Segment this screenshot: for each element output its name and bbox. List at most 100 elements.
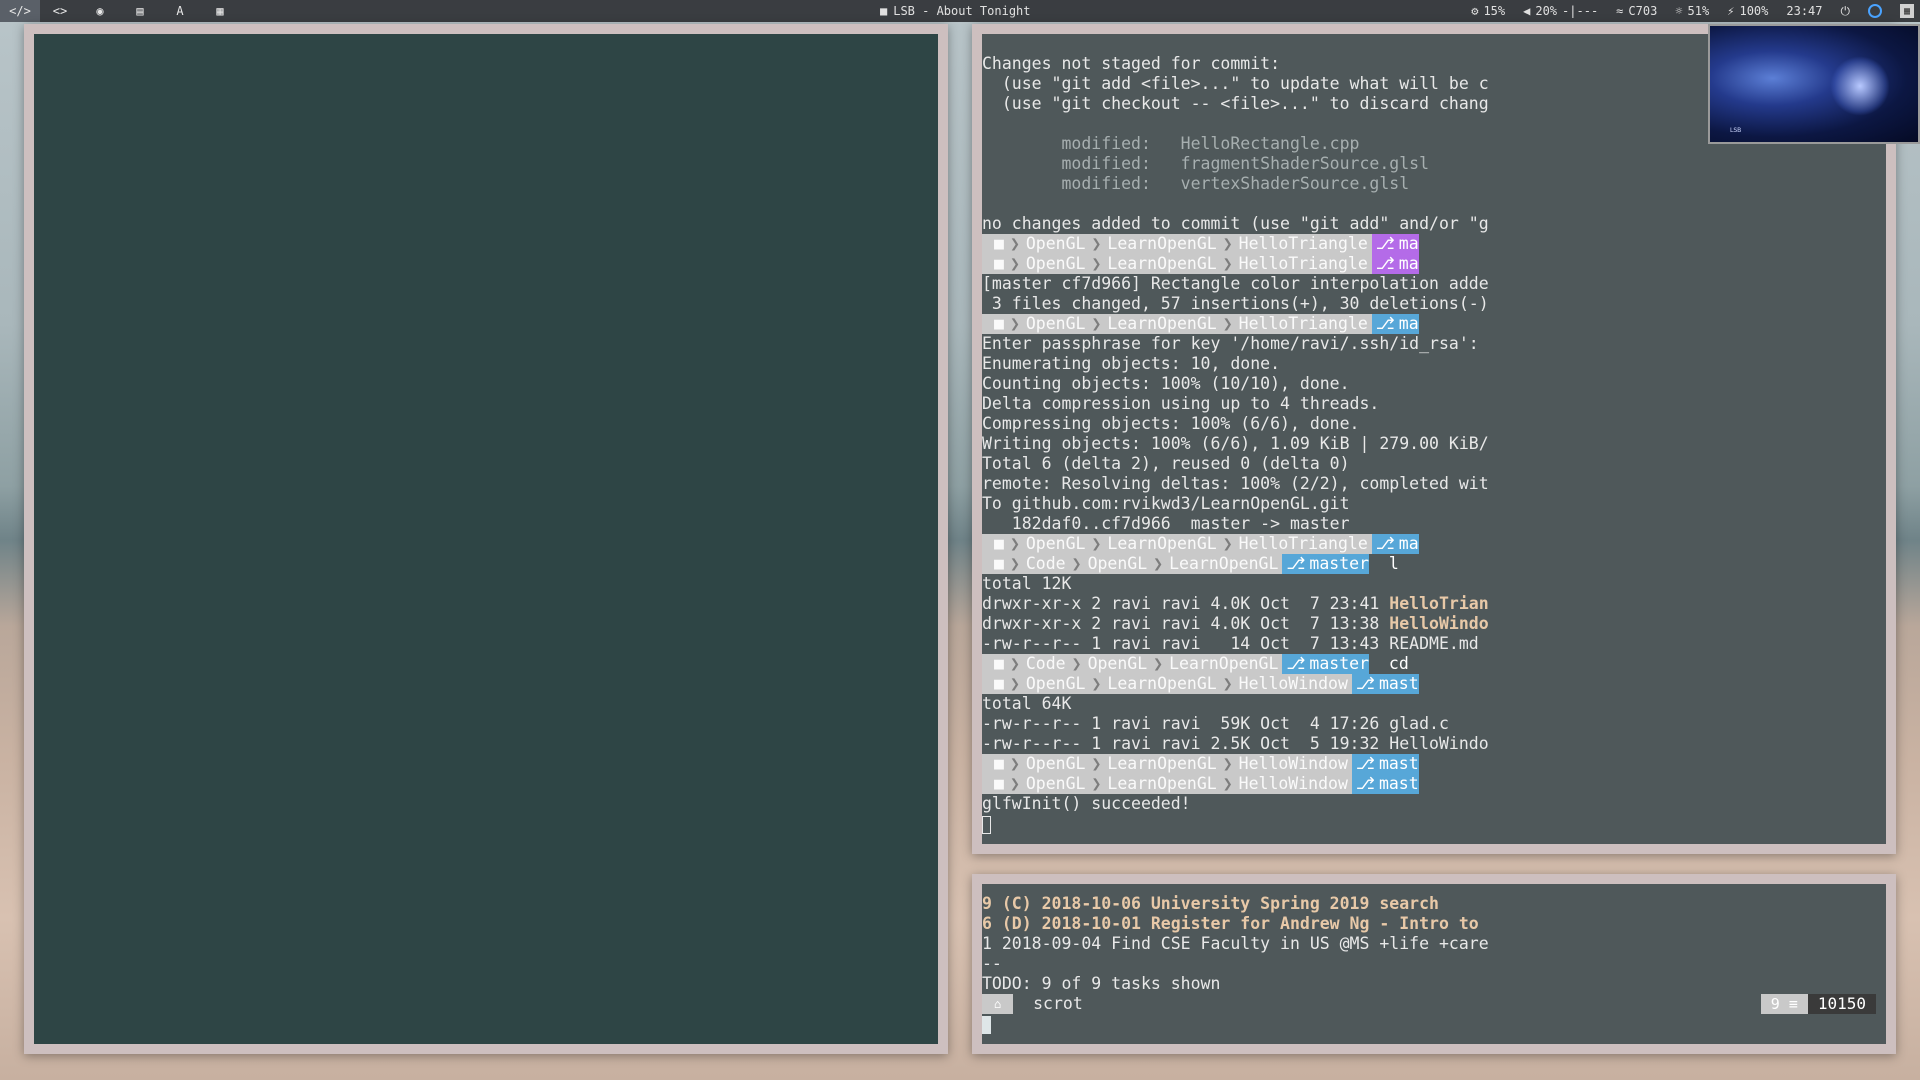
terminal-text: glfwInit() succeeded! [982,794,1191,813]
path-segment: HelloWindow [1238,774,1348,793]
terminal-text: (use "git checkout -- <file>..." to disc… [982,94,1489,113]
git-branch-icon: ⎇ [1375,314,1395,333]
path-segment: OpenGL [1025,674,1086,693]
terminal-line: modified: vertexShaderSource.glsl [982,174,1495,194]
terminal-text: Changes not staged for commit: [982,54,1281,73]
brightness-status[interactable]: ☼ 51% [1675,4,1709,18]
chevron-right-icon: ❯ [1222,534,1233,553]
terminal-text: 182daf0..cf7d966 master -> master [982,514,1350,533]
terminal-line: ■ ❯ OpenGL ❯ LearnOpenGL ❯ HelloWindow ⎇ mast [982,674,1495,694]
git-branch-segment: ⎇ master [1282,654,1370,674]
prompt-path: ■ ❯ OpenGL ❯ LearnOpenGL ❯ HelloTriangle [982,234,1372,254]
workspace-1[interactable]: </> [0,0,40,22]
git-branch-name: ma [1398,254,1419,273]
path-segment: LearnOpenGL [1107,754,1217,773]
tray-app-icon[interactable]: ▦ [1900,4,1914,18]
wifi-icon: ≈ [1616,4,1624,18]
chevron-right-icon: ❯ [1009,314,1020,333]
folder-icon: ■ [994,774,1004,793]
prompt-path: ■ ❯ OpenGL ❯ LearnOpenGL ❯ HelloTriangle [982,254,1372,274]
terminal-line: 182daf0..cf7d966 master -> master [982,514,1495,534]
empty-window[interactable] [24,24,948,1054]
power-icon[interactable]: ⏻ [1841,4,1851,19]
terminal-line: -rw-r--r-- 1 ravi ravi 14 Oct 7 13:43 RE… [982,634,1495,654]
git-branch-icon: ⎇ [1286,554,1306,573]
file-icon: ▤ [136,4,144,18]
terminal-cursor[interactable] [982,1015,991,1034]
chevron-right-icon: ❯ [1071,654,1082,673]
todo-line: 6 (D) 2018-10-01 Register for Andrew Ng … [982,914,1495,934]
workspace-6[interactable]: ▦ [200,0,240,22]
terminal-text: Enter passphrase for key '/home/ravi/.ss… [982,334,1479,353]
git-branch-name: ma [1398,314,1419,333]
terminal-window[interactable]: Changes not staged for commit: (use "git… [972,24,1896,854]
cpu-status[interactable]: ⚙ 15% [1471,4,1505,18]
terminal-text: Delta compression using up to 4 threads. [982,394,1380,413]
prompt-path: ■ ❯ OpenGL ❯ LearnOpenGL ❯ HelloTriangle [982,314,1372,334]
workspace-4[interactable]: ▤ [120,0,160,22]
brightness-icon: ☼ [1675,4,1683,18]
path-segment: OpenGL [1025,754,1086,773]
todo-terminal-content[interactable]: 9 (C) 2018-10-06 University Spring 2019 … [982,884,1886,1044]
wifi-status[interactable]: ≈ C703 [1616,4,1657,18]
path-segment: Code [1025,654,1066,673]
home-icon: ⌂ [982,994,1014,1014]
todo-terminal-window[interactable]: 9 (C) 2018-10-06 University Spring 2019 … [972,874,1896,1054]
git-branch-name: master [1309,554,1370,573]
volume-status[interactable]: ◀ 20% -|--- [1523,4,1598,18]
workspace-5[interactable]: A [160,0,200,22]
todo-line: 9 (C) 2018-10-06 University Spring 2019 … [982,894,1495,914]
path-segment: LearnOpenGL [1107,254,1217,273]
terminal-line: ■ ❯ OpenGL ❯ LearnOpenGL ❯ HelloTriangle ⎇ ma [982,234,1495,254]
chevron-right-icon: ❯ [1009,254,1020,273]
ls-dir-name: HelloWindo [1389,614,1489,633]
terminal-content[interactable]: Changes not staged for commit: (use "git… [982,34,1886,844]
terminal-line: total 64K [982,694,1495,714]
workspace-2[interactable]: <> [40,0,80,22]
volume-bar[interactable]: -|--- [1562,4,1598,18]
todo-text: TODO: 9 of 9 tasks shown [982,974,1221,993]
path-segment: OpenGL [1025,254,1086,273]
path-segment: OpenGL [1025,534,1086,553]
todo-text: 9 (C) 2018-10-06 University Spring 2019 … [982,894,1439,913]
git-branch-icon: ⎇ [1375,254,1395,273]
path-segment: HelloTriangle [1238,534,1368,553]
video-thumbnail[interactable]: LSB [1708,24,1920,144]
git-branch-segment: ⎇ ma [1371,234,1419,254]
todo-text: 1 2018-09-04 Find CSE Faculty in US @MS … [982,934,1489,953]
workspace-3[interactable]: ◉ [80,0,120,22]
shell-prompt: ■ ❯ Code ❯ OpenGL ❯ LearnOpenGL ⎇ master l [982,554,1399,574]
chrome-icon: ◉ [96,4,104,18]
clock[interactable]: 23:47 [1786,4,1822,18]
chevron-right-icon: ❯ [1009,674,1020,693]
terminal-text: total 12K [982,574,1072,593]
battery-status[interactable]: ⚡ 100% [1727,4,1768,18]
ls-line: drwxr-xr-x 2 ravi ravi 4.0K Oct 7 13:38 [982,614,1390,633]
terminal-line: no changes added to commit (use "git add… [982,214,1495,234]
shell-prompt: ■ ❯ OpenGL ❯ LearnOpenGL ❯ HelloWindow ⎇ mast [982,754,1419,774]
chevron-right-icon: ❯ [1009,554,1020,573]
chevron-right-icon: ❯ [1009,754,1020,773]
git-branch-segment: ⎇ mast [1351,774,1419,794]
git-branch-segment: ⎇ ma [1371,534,1419,554]
path-segment: HelloTriangle [1238,254,1368,273]
todo-text: -- [982,954,1002,973]
thumbnail-artwork [1830,56,1890,116]
terminal-line: remote: Resolving deltas: 100% (2/2), co… [982,474,1495,494]
terminal-text: no changes added to commit (use "git add… [982,214,1489,233]
terminal-cursor[interactable] [982,815,991,834]
terminal-line: ■ ❯ OpenGL ❯ LearnOpenGL ❯ HelloTriangle ⎇ ma [982,254,1495,274]
chevron-right-icon: ❯ [1091,754,1102,773]
terminal-line: ■ ❯ OpenGL ❯ LearnOpenGL ❯ HelloWindow ⎇ mast [982,774,1495,794]
folder-icon: ■ [994,674,1004,693]
git-branch-segment: ⎇ ma [1371,314,1419,334]
path-segment: OpenGL [1025,774,1086,793]
terminal-line: -rw-r--r-- 1 ravi ravi 59K Oct 4 17:26 g… [982,714,1495,734]
git-branch-name: mast [1378,754,1419,773]
chevron-right-icon: ❯ [1222,674,1233,693]
path-segment: LearnOpenGL [1169,554,1279,573]
terminal-line: total 12K [982,574,1495,594]
chrome-tray-icon[interactable] [1868,4,1882,18]
terminal-output: Changes not staged for commit: (use "git… [982,34,1886,844]
